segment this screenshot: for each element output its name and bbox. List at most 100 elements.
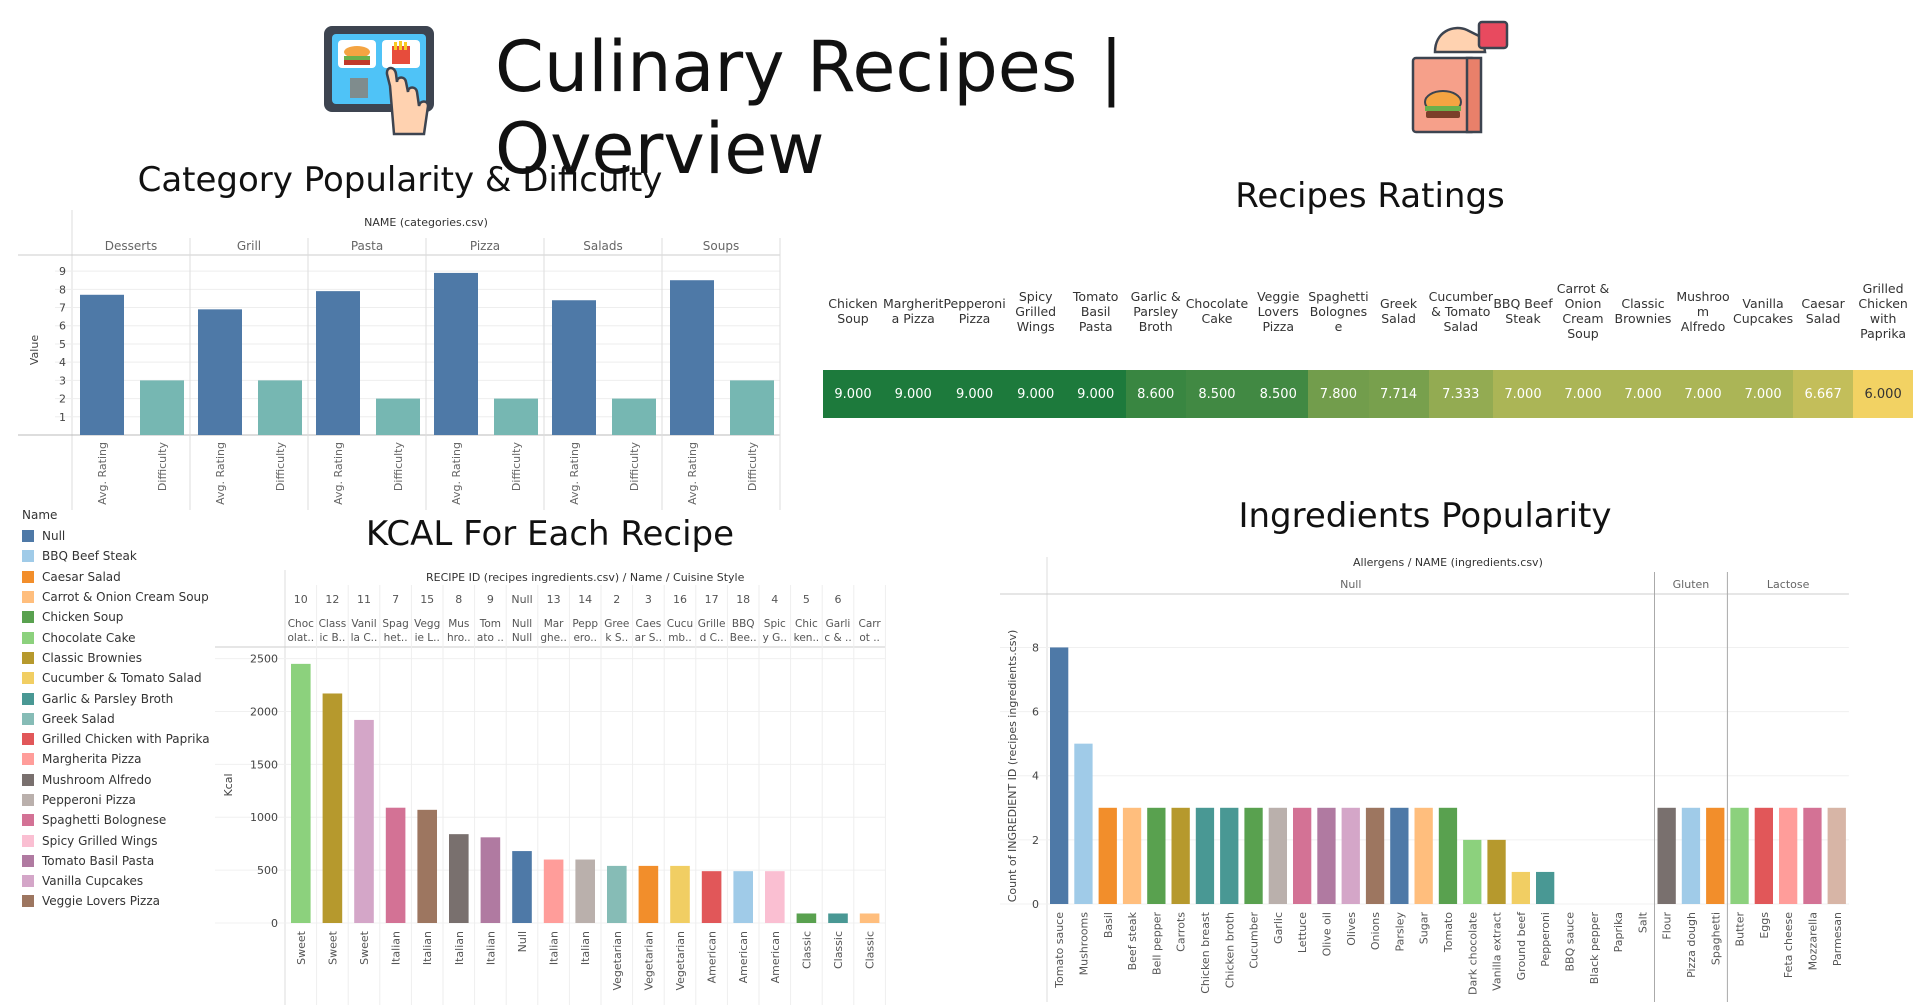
ratings-header-line: Mushroo: [1676, 288, 1730, 304]
y-tick-label: 2: [59, 393, 66, 406]
ratings-header-line: Lovers: [1257, 303, 1299, 319]
ratings-header-line: Basil: [1080, 303, 1111, 319]
ratings-column-header: Veggie Lovers Pizza: [1248, 252, 1308, 370]
ingredient-label: Olive oil: [1320, 912, 1333, 956]
ratings-header-line: Soup: [837, 311, 869, 326]
bar: [733, 871, 753, 923]
bar: [1827, 807, 1846, 904]
ratings-header-line: Carrot &: [1556, 281, 1610, 296]
ratings-header-line: Garlic &: [1130, 288, 1181, 304]
measure-label: Avg. Rating: [686, 442, 699, 505]
cuisine-label: Italian: [579, 931, 592, 965]
y-tick-label: 500: [257, 864, 278, 877]
legend-swatch: [22, 550, 34, 563]
y-tick-label: 8: [59, 283, 66, 296]
bar: [376, 398, 420, 435]
legend-swatch: [22, 773, 34, 786]
ratings-heatmap: Chicken Soup Margherit a Pizza Pepperoni Pizz…: [823, 252, 1914, 418]
legend-title: Name: [22, 508, 58, 522]
ratings-cell: 7.800: [1308, 370, 1369, 418]
legend-label: Grilled Chicken with Paprika: [42, 732, 210, 747]
legend-item: Greek Salad: [22, 709, 210, 729]
kcal-chart: RECIPE ID (recipes ingredients.csv) / Na…: [215, 570, 886, 1005]
recipe-name-label: olat..: [288, 632, 315, 644]
cuisine-label: American: [737, 931, 750, 983]
recipe-id-label: 12: [325, 593, 339, 606]
ratings-column-header: Tomato Basil Pasta: [1066, 252, 1126, 370]
bar: [1074, 743, 1093, 904]
y-tick-label: 6: [1032, 706, 1039, 719]
bar: [796, 913, 817, 923]
bar: [354, 719, 374, 923]
recipe-name-label: Null: [512, 632, 532, 644]
ratings-header-line: Spaghetti: [1308, 288, 1369, 304]
ratings-cell: 9.000: [823, 370, 883, 418]
ratings-cell: 7.714: [1368, 370, 1429, 418]
y-tick-label: 0: [1032, 898, 1039, 911]
bar: [1657, 807, 1676, 904]
legend-item: Tomato Basil Pasta: [22, 851, 210, 871]
recipe-id-label: 4: [771, 593, 778, 606]
legend-label: Null: [42, 529, 66, 544]
ingredient-label: BBQ sauce: [1563, 912, 1576, 972]
ratings-cell: 8.600: [1125, 370, 1186, 418]
legend-label: Chicken Soup: [42, 610, 124, 625]
y-tick-label: 2: [1032, 834, 1039, 847]
measure-label: Difficulty: [274, 442, 287, 492]
ratings-cell: 6.667: [1793, 370, 1854, 418]
legend-item: Grilled Chicken with Paprika: [22, 729, 210, 749]
ratings-header-line: Vanilla: [1742, 296, 1784, 311]
cuisine-label: American: [706, 931, 719, 983]
ratings-header-line: Margherit: [883, 296, 944, 311]
ratings-column-header: Margherit a Pizza: [883, 252, 943, 370]
category-header-label: Desserts: [105, 239, 157, 253]
recipe-id-label: 16: [673, 593, 687, 606]
y-axis-label: Count of INGREDIENT ID (recipes ingredie…: [1006, 630, 1019, 903]
cuisine-label: Italian: [548, 931, 561, 965]
recipe-name-label: Chic: [795, 618, 818, 630]
bar: [1195, 807, 1215, 904]
bar: [670, 865, 690, 923]
ratings-column-header: Mushroo m Alfredo: [1673, 252, 1733, 370]
recipe-name-label: d C..: [700, 632, 724, 644]
legend-swatch: [22, 794, 34, 806]
ratings-header-line: Pizza: [1262, 318, 1294, 334]
allergen-group-label: Null: [1340, 578, 1361, 591]
recipe-id-label: 8: [455, 593, 462, 606]
allergen-group-label: Lactose: [1767, 578, 1810, 591]
legend-swatch: [22, 591, 34, 604]
ratings-header-line: Cupcakes: [1732, 311, 1794, 326]
ratings-value-row: 9.000 9.000 9.000 9.000 9.000 8.600 8.500 8.500…: [823, 370, 1914, 418]
ingredient-label: Parsley: [1393, 912, 1406, 952]
y-tick-label: 6: [59, 320, 66, 333]
cuisine-label: Vegetarian: [611, 931, 624, 991]
legend-swatch: [22, 733, 34, 746]
ratings-cell: 8.500: [1248, 370, 1309, 418]
bar: [1317, 807, 1336, 904]
recipe-id-label: 11: [357, 593, 371, 606]
ratings-column-header: Cucumber & Tomato Salad: [1429, 252, 1493, 370]
ratings-header-line: & Tomato: [1431, 303, 1491, 319]
legend-swatch: [22, 530, 34, 543]
ingredient-label: Bell pepper: [1150, 912, 1163, 975]
ingredient-label: Carrots: [1175, 912, 1188, 952]
ratings-column-header: Pepperoni Pizza: [943, 252, 1005, 370]
recipe-name-label: Tom: [479, 618, 501, 630]
category-header-label: Soups: [703, 239, 739, 253]
cuisine-label: Classic: [832, 931, 845, 969]
recipe-name-label: ie L..: [415, 632, 440, 644]
bar: [1536, 871, 1555, 904]
recipe-name-label: y G..: [763, 632, 787, 644]
category-header-label: Salads: [583, 239, 623, 253]
legend-item: Caesar Salad: [22, 567, 210, 587]
bar: [1293, 807, 1312, 904]
bar: [607, 865, 627, 923]
ingredient-label: Basil: [1102, 912, 1115, 938]
legend-item: Margherita Pizza: [22, 749, 210, 769]
legend-item: Spicy Grilled Wings: [22, 830, 210, 850]
ingredients-chart: Allergens / NAME (ingredients.csv)02468C…: [1000, 556, 1849, 1002]
ingredients-chart-header: Allergens / NAME (ingredients.csv): [1353, 556, 1543, 569]
cuisine-label: Italian: [453, 931, 466, 965]
y-axis-label: Kcal: [222, 773, 235, 796]
bar: [543, 859, 564, 923]
